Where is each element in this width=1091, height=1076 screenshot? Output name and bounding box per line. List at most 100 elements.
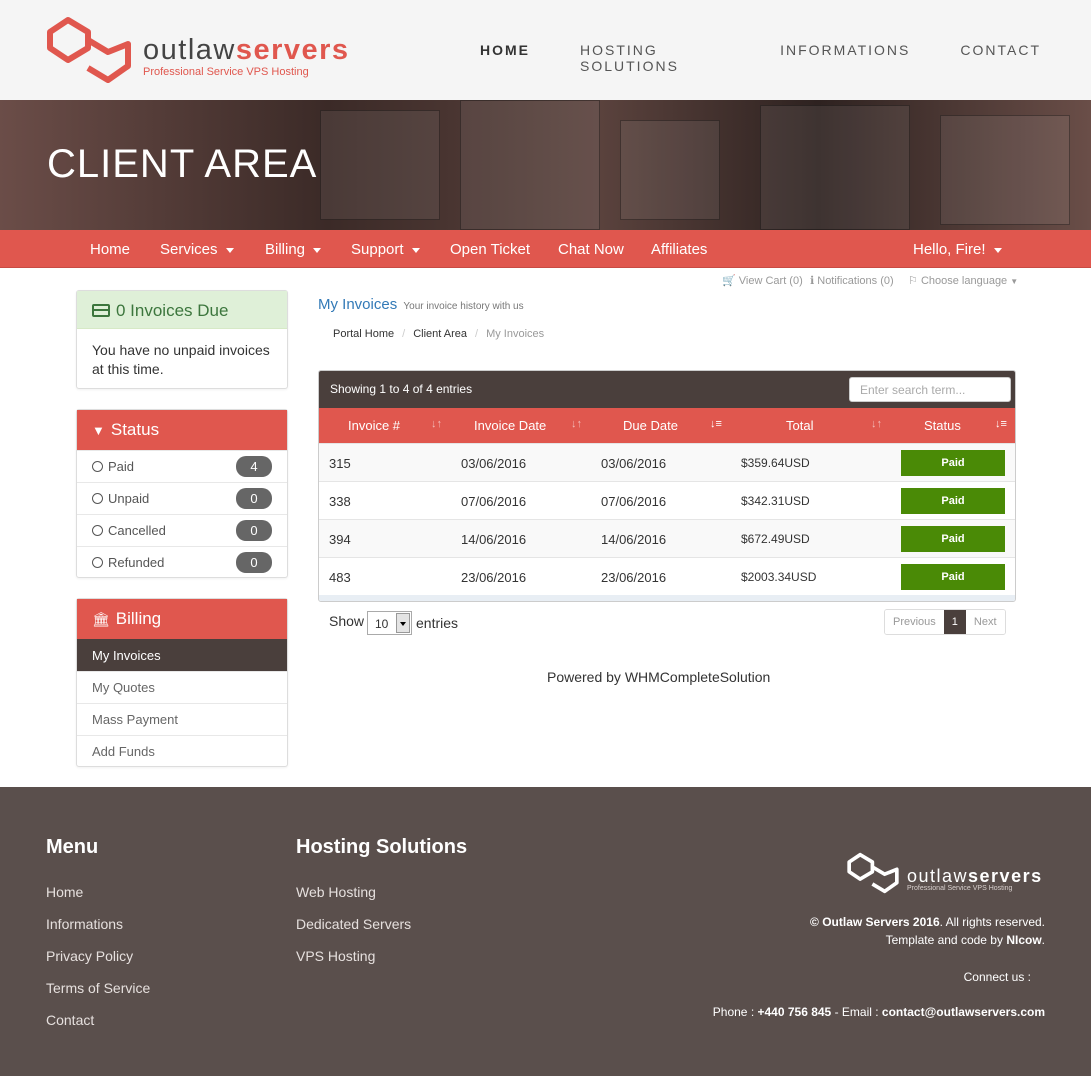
clientnav-account-menu[interactable]: Hello, Fire! xyxy=(913,241,1002,258)
radio-circle-icon xyxy=(92,461,103,472)
logo-mark-icon[interactable] xyxy=(44,14,134,86)
col-invoice-number[interactable]: Invoice # xyxy=(348,418,400,433)
nav-informations[interactable]: INFORMATIONS xyxy=(780,42,910,74)
view-cart-link[interactable]: 🛒 View Cart (0) xyxy=(722,274,803,287)
billing-panel-header: 🏛 Billing xyxy=(77,599,287,639)
info-icon: ℹ xyxy=(810,275,815,287)
caret-down-icon xyxy=(411,247,420,253)
footer-link-web-hosting[interactable]: Web Hosting xyxy=(296,884,376,900)
footer-link-vps-hosting[interactable]: VPS Hosting xyxy=(296,948,375,964)
table-toolbar: Showing 1 to 4 of 4 entries xyxy=(319,371,1015,408)
footer-link-informations[interactable]: Informations xyxy=(46,916,123,932)
pagination-next[interactable]: Next xyxy=(965,610,1005,634)
status-label: Paid xyxy=(108,459,135,474)
sort-icon[interactable]: ↓↑ xyxy=(871,418,882,430)
pagination-previous[interactable]: Previous xyxy=(885,610,944,634)
banner-decoration xyxy=(940,115,1070,225)
table-row[interactable]: 483 23/06/2016 23/06/2016 $2003.34USD Pa… xyxy=(319,557,1015,595)
template-author: NIcow xyxy=(1006,933,1042,947)
page-title: My Invoices Your invoice history with us xyxy=(318,296,524,313)
breadcrumb-client-area[interactable]: Client Area xyxy=(413,328,467,340)
cell-total: $342.31USD xyxy=(741,494,810,508)
breadcrumb-current: My Invoices xyxy=(486,328,545,340)
pagination-page-1[interactable]: 1 xyxy=(943,610,966,634)
cell-total: $359.64USD xyxy=(741,456,810,470)
breadcrumb: Portal Home / Client Area / My Invoices xyxy=(333,328,544,340)
site-header: outlawservers Professional Service VPS H… xyxy=(0,0,1091,100)
table-row[interactable]: 338 07/06/2016 07/06/2016 $342.31USD Pai… xyxy=(319,481,1015,519)
status-count-badge: 0 xyxy=(236,552,272,573)
cell-date: 07/06/2016 xyxy=(461,494,527,509)
template-end: . xyxy=(1041,933,1045,947)
table-footer-strip xyxy=(319,595,1015,601)
footer-link-contact[interactable]: Contact xyxy=(46,1012,94,1028)
footer-logo-mark-icon xyxy=(847,852,899,894)
email-address[interactable]: contact@outlawservers.com xyxy=(882,1005,1045,1019)
table-search-input[interactable] xyxy=(849,377,1011,402)
invoices-due-title: 0 Invoices Due xyxy=(116,301,229,320)
site-footer: Menu Home Informations Privacy Policy Te… xyxy=(0,787,1091,1076)
entries-label: entries xyxy=(416,615,459,631)
status-filter-paid[interactable]: Paid 4 xyxy=(77,450,287,482)
footer-template-credit: Template and code by NIcow. xyxy=(886,933,1045,947)
sort-ascending-icon[interactable]: ↓≡ xyxy=(710,418,722,430)
nav-hosting-solutions[interactable]: HOSTING SOLUTIONS xyxy=(580,42,730,74)
banner-decoration xyxy=(460,100,600,230)
clientnav-affiliates[interactable]: Affiliates xyxy=(651,241,707,258)
clientnav-open-ticket[interactable]: Open Ticket xyxy=(450,241,530,258)
billing-add-funds[interactable]: Add Funds xyxy=(77,735,287,767)
billing-my-quotes[interactable]: My Quotes xyxy=(77,671,287,703)
banner-decoration xyxy=(320,110,440,220)
status-paid-badge: Paid xyxy=(901,450,1005,476)
banner-decoration xyxy=(620,120,720,220)
billing-panel-title: Billing xyxy=(115,609,162,628)
status-filter-cancelled[interactable]: Cancelled 0 xyxy=(77,514,287,546)
footer-link-terms[interactable]: Terms of Service xyxy=(46,980,150,996)
table-row[interactable]: 315 03/06/2016 03/06/2016 $359.64USD Pai… xyxy=(319,443,1015,481)
status-filter-refunded[interactable]: Refunded 0 xyxy=(77,546,287,578)
sort-icon[interactable]: ↓↑ xyxy=(571,418,582,430)
col-status[interactable]: Status xyxy=(924,418,961,433)
cell-date: 14/06/2016 xyxy=(461,532,527,547)
clientnav-services-label: Services xyxy=(160,241,218,258)
page-size-select[interactable]: 10 xyxy=(367,611,412,635)
status-filter-unpaid[interactable]: Unpaid 0 xyxy=(77,482,287,514)
clientnav-support[interactable]: Support xyxy=(351,241,420,258)
sort-descending-icon[interactable]: ↓≡ xyxy=(995,418,1007,430)
invoices-due-panel: 0 Invoices Due You have no unpaid invoic… xyxy=(76,290,288,389)
invoices-table: Showing 1 to 4 of 4 entries Invoice # ↓↑ … xyxy=(318,370,1016,602)
language-chooser[interactable]: ⚐ Choose language ▼ xyxy=(908,274,1018,287)
billing-my-invoices[interactable]: My Invoices xyxy=(77,639,287,671)
status-count-badge: 0 xyxy=(236,488,272,509)
language-label: Choose language xyxy=(920,275,1008,287)
footer-link-home[interactable]: Home xyxy=(46,884,83,900)
clientnav-billing[interactable]: Billing xyxy=(265,241,322,258)
clientnav-services[interactable]: Services xyxy=(160,241,234,258)
nav-home[interactable]: HOME xyxy=(480,42,530,74)
footer-link-dedicated-servers[interactable]: Dedicated Servers xyxy=(296,916,411,932)
clientnav-support-label: Support xyxy=(351,241,404,258)
footer-contact-line: Phone : +440 756 845 - Email : contact@o… xyxy=(713,1005,1045,1019)
credit-card-icon xyxy=(92,304,110,317)
logo-text[interactable]: outlawservers xyxy=(143,36,350,65)
breadcrumb-separator: / xyxy=(402,328,406,340)
col-total[interactable]: Total xyxy=(786,418,813,433)
footer-link-privacy-policy[interactable]: Privacy Policy xyxy=(46,948,133,964)
col-due-date[interactable]: Due Date xyxy=(623,418,678,433)
table-row[interactable]: 394 14/06/2016 14/06/2016 $672.49USD Pai… xyxy=(319,519,1015,557)
footer-copyright: © Outlaw Servers 2016. All rights reserv… xyxy=(810,915,1045,929)
breadcrumb-portal-home[interactable]: Portal Home xyxy=(333,328,394,340)
col-invoice-date[interactable]: Invoice Date xyxy=(474,418,546,433)
phone-number[interactable]: +440 756 845 xyxy=(757,1005,831,1019)
clientnav-home[interactable]: Home xyxy=(90,241,130,258)
notifications-link[interactable]: ℹ Notifications (0) xyxy=(810,274,894,287)
sort-icon[interactable]: ↓↑ xyxy=(431,418,442,430)
cart-icon: 🛒 xyxy=(722,275,736,287)
footer-logo-tagline: Professional Service VPS Hosting xyxy=(907,885,1013,892)
billing-mass-payment[interactable]: Mass Payment xyxy=(77,703,287,735)
footer-hosting-title: Hosting Solutions xyxy=(296,836,468,858)
client-navbar: Home Services Billing Support Open Ticke… xyxy=(0,230,1091,268)
status-count-badge: 0 xyxy=(236,520,272,541)
nav-contact[interactable]: CONTACT xyxy=(960,42,1041,74)
clientnav-chat-now[interactable]: Chat Now xyxy=(558,241,624,258)
